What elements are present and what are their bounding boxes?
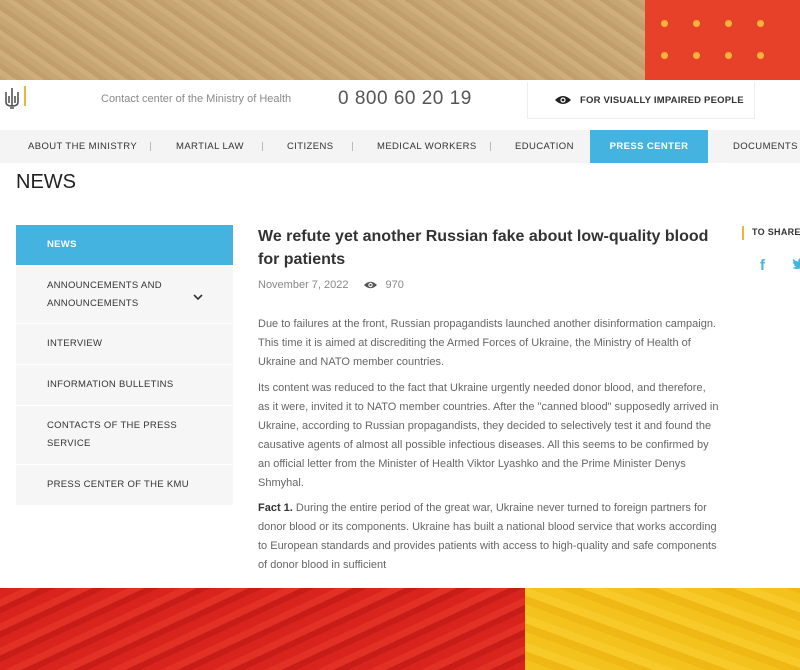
nav-separator	[490, 142, 491, 151]
page-title: NEWS	[16, 171, 76, 193]
site-header: Contact center of the Ministry of Health…	[0, 80, 800, 122]
sidebar-item-label: PRESS CENTER OF THE KMU	[47, 479, 189, 490]
visually-impaired-button[interactable]: FOR VISUALLY IMPAIRED PEOPLE	[527, 82, 755, 119]
nav-separator	[262, 142, 263, 151]
eye-icon	[555, 96, 571, 104]
article-title: We refute yet another Russian fake about…	[258, 228, 709, 268]
sidebar-item-interview[interactable]: INTERVIEW	[16, 324, 233, 365]
share-accent-bar	[742, 226, 744, 240]
nav-medical-workers[interactable]: MEDICAL WORKERS	[377, 130, 477, 163]
sidebar-item-label: ANNOUNCEMENTS AND ANNOUNCEMENTS	[47, 279, 162, 309]
news-article: We refute yet another Russian fake about…	[258, 225, 720, 575]
chevron-down-icon[interactable]	[193, 289, 203, 307]
sidebar-item-label: NEWS	[47, 239, 77, 250]
sidebar-item-press-contacts[interactable]: CONTACTS OF THE PRESS SERVICE	[16, 406, 233, 465]
background-red-crumpled-paper	[0, 588, 525, 670]
sidebar-item-label: INFORMATION BULLETINS	[47, 379, 174, 390]
sidebar-item-news[interactable]: NEWS	[16, 225, 233, 266]
fact-label: Fact 1.	[258, 502, 293, 514]
share-label: TO SHARE	[752, 227, 800, 237]
nav-education[interactable]: EDUCATION	[515, 130, 574, 163]
views-eye-icon	[363, 281, 377, 289]
background-red-paper	[645, 0, 800, 82]
nav-separator	[150, 142, 151, 151]
main-navigation: ABOUT THE MINISTRY MARTIAL LAW CITIZENS …	[0, 130, 800, 163]
fact-text: During the entire period of the great wa…	[258, 502, 717, 571]
logo-divider	[24, 86, 26, 106]
press-center-sidebar: NEWS ANNOUNCEMENTS AND ANNOUNCEMENTS INT…	[16, 225, 233, 506]
nav-about-the-ministry[interactable]: ABOUT THE MINISTRY	[28, 130, 137, 163]
article-fact-paragraph: Fact 1. During the entire period of the …	[258, 499, 720, 575]
sidebar-item-announcements[interactable]: ANNOUNCEMENTS AND ANNOUNCEMENTS	[16, 266, 233, 324]
article-paragraph: Due to failures at the front, Russian pr…	[258, 318, 716, 368]
contact-center-label: Contact center of the Ministry of Health	[101, 93, 292, 105]
background-yellow-crumpled-paper	[525, 588, 800, 670]
sidebar-item-information-bulletins[interactable]: INFORMATION BULLETINS	[16, 365, 233, 406]
article-meta: November 7, 2022 970	[258, 279, 720, 291]
nav-documents[interactable]: DOCUMENTS	[733, 130, 798, 163]
nav-martial-law[interactable]: MARTIAL LAW	[176, 130, 244, 163]
nav-citizens[interactable]: CITIZENS	[287, 130, 333, 163]
contact-phone-number[interactable]: 0 800 60 20 19	[338, 88, 472, 110]
facebook-icon[interactable]: f	[760, 257, 765, 274]
article-view-count: 970	[385, 279, 404, 291]
visually-impaired-label: FOR VISUALLY IMPAIRED PEOPLE	[580, 94, 744, 106]
sidebar-item-label: INTERVIEW	[47, 338, 103, 349]
article-date: November 7, 2022	[258, 279, 349, 291]
article-paragraph: Its content was reduced to the fact that…	[258, 382, 719, 489]
ministry-webpage: Contact center of the Ministry of Health…	[0, 80, 800, 588]
twitter-icon[interactable]	[792, 257, 800, 273]
nav-press-center[interactable]: PRESS CENTER	[590, 130, 708, 163]
trident-icon[interactable]	[2, 86, 22, 112]
sidebar-item-label: CONTACTS OF THE PRESS SERVICE	[47, 420, 177, 449]
sidebar-item-press-center-kmu[interactable]: PRESS CENTER OF THE KMU	[16, 465, 233, 506]
nav-separator	[352, 142, 353, 151]
